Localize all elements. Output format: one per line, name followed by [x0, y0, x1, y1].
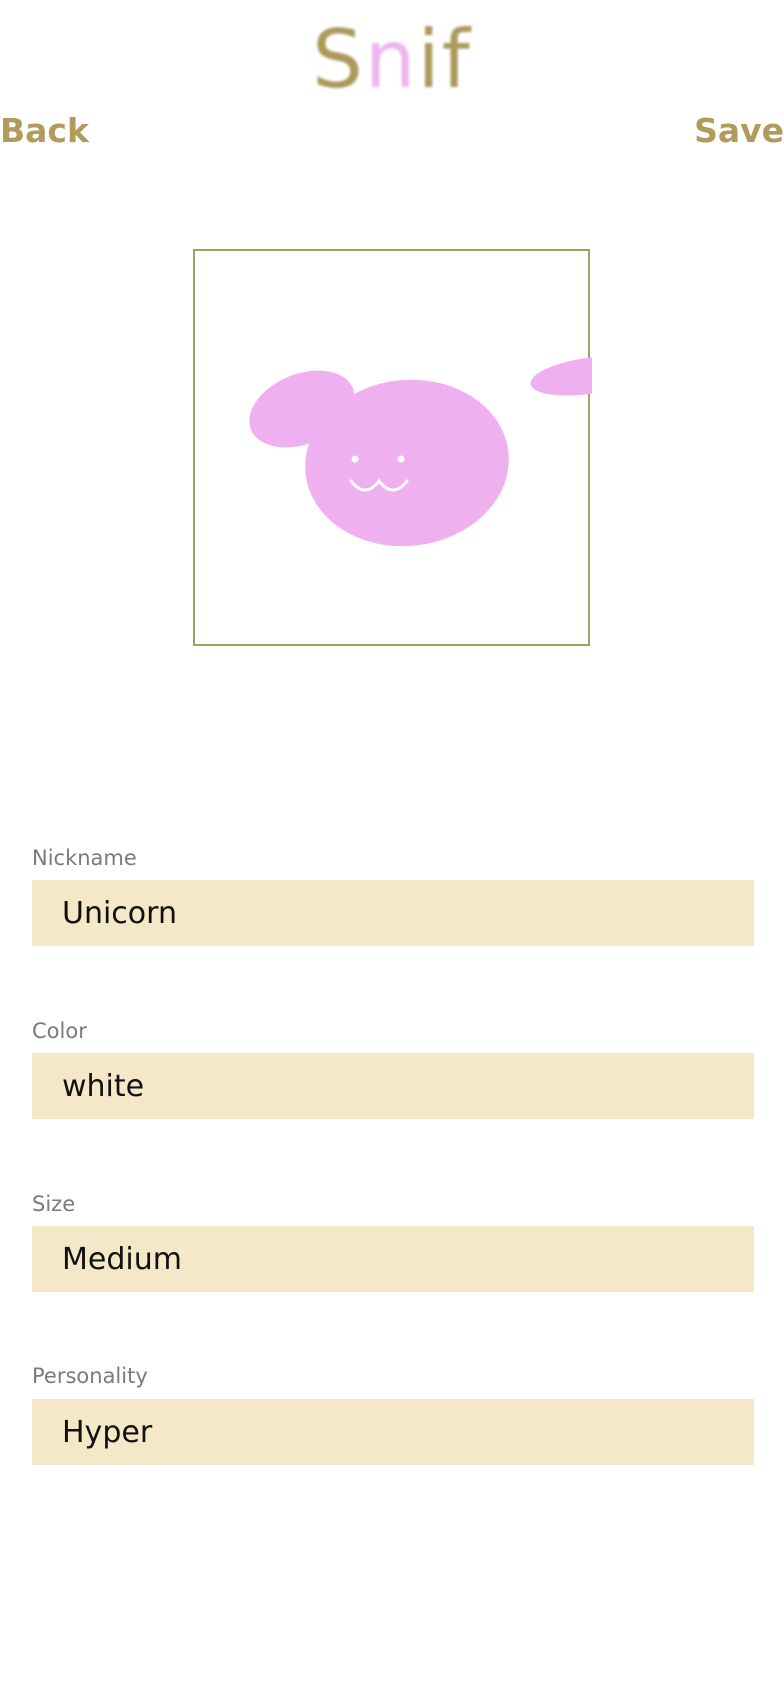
logo-letter: S [312, 13, 365, 106]
personality-label: Personality [32, 1364, 148, 1388]
personality-field[interactable] [32, 1399, 754, 1465]
logo-letter-accent: n [364, 13, 418, 106]
bunny-right-eye [397, 455, 405, 463]
nickname-field[interactable] [32, 880, 754, 946]
pet-photo-frame[interactable] [193, 249, 592, 646]
back-button[interactable]: Back [0, 108, 89, 154]
bunny-right-ear [530, 356, 592, 396]
bunny-left-eye [351, 455, 359, 463]
size-field[interactable] [32, 1226, 754, 1292]
size-label: Size [32, 1192, 76, 1216]
color-field[interactable] [32, 1053, 754, 1119]
app-logo: Snif [0, 20, 784, 100]
nickname-label: Nickname [32, 846, 137, 870]
color-label: Color [32, 1019, 87, 1043]
logo-letters: if [417, 13, 472, 106]
save-button[interactable]: Save [694, 108, 784, 154]
bunny-face-icon [249, 356, 592, 547]
